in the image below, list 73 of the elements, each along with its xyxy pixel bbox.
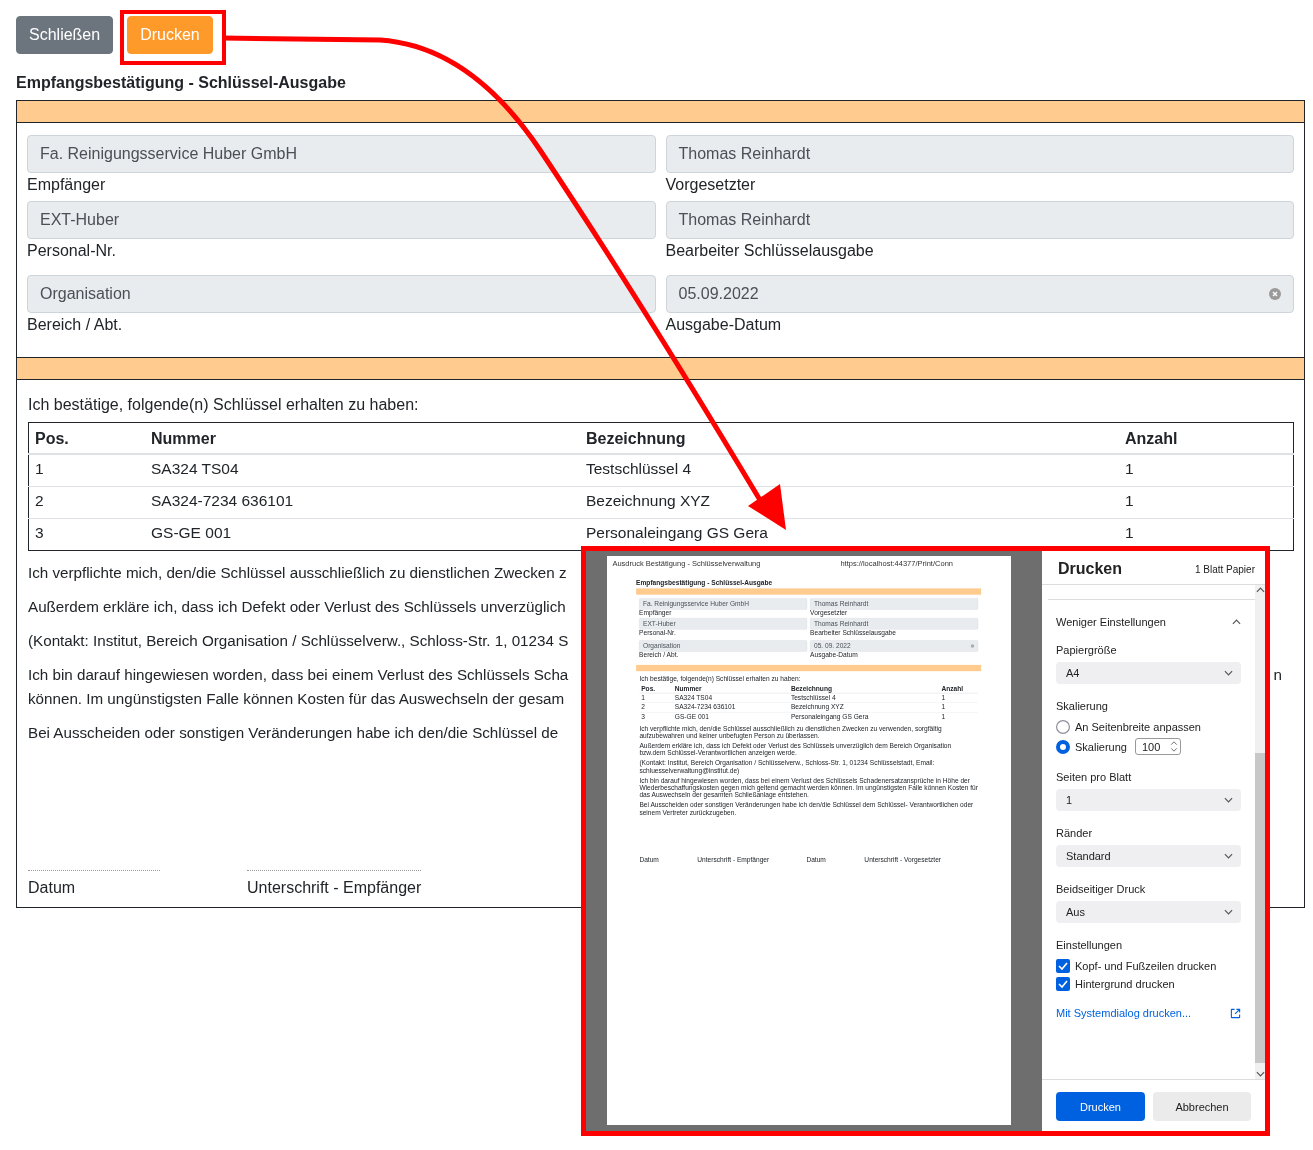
checkbox[interactable] (1056, 977, 1070, 991)
signature-label: Unterschrift - Empfänger (247, 870, 422, 897)
paragraph-line: (Kontakt: Institut, Bereich Organisation / Schlüsselverw., Schloss-Str. 1, 01234 S (28, 631, 569, 651)
option-label[interactable]: Kopf- und Fußzeilen drucken (1075, 960, 1217, 972)
field-label: Bereich / Abt. (27, 315, 124, 335)
paragraph-line: können. Im ungünstigsten Falle können Kosten für das Auswechseln der gesam (28, 689, 565, 709)
checkbox[interactable] (1056, 959, 1070, 973)
number-field[interactable]: 100 (1135, 738, 1182, 755)
dropdown[interactable]: Standard (1056, 845, 1241, 867)
intro-text: Ich bestätige, folgende(n) Schlüssel erhalten zu haben: (28, 395, 420, 415)
table-cell: 1 (1119, 486, 1294, 519)
spinner-icon[interactable] (1170, 740, 1179, 753)
clear-icon[interactable] (1269, 288, 1281, 300)
text-fragment: n (1273, 665, 1282, 685)
external-link-icon[interactable] (1230, 1007, 1241, 1019)
dropdown[interactable]: A4 (1056, 662, 1241, 684)
paragraph-line: Ich bin darauf hingewiesen worden, dass bei einem Verlust des Schlüssels Scha (28, 665, 569, 685)
setting-label: Beidseitiger Druck (1056, 883, 1147, 895)
table-cell: GS-GE 001 (145, 518, 580, 551)
table-cell: 3 (28, 518, 145, 551)
field-label: Vorgesetzter (665, 175, 757, 195)
close-button[interactable]: Schließen (16, 16, 114, 54)
table-cell: SA324 TS04 (145, 454, 580, 487)
sheet-count: 1 Blatt Papier (1194, 563, 1255, 575)
radio-button[interactable] (1056, 720, 1070, 734)
cancel-button[interactable]: Abbrechen (1153, 1092, 1251, 1121)
dialog-title: Drucken (1058, 560, 1123, 578)
field-label: Empfänger (27, 175, 107, 195)
paragraph-line: Außerdem erkläre ich, dass ich Defekt oder Verlust des Schlüssels unverzüglich (28, 597, 566, 617)
dropdown[interactable]: 1 (1056, 789, 1241, 811)
setting-label: Skalierung (1056, 700, 1109, 712)
paragraph-line: Bei Ausscheiden oder sonstigen Veränderungen habe ich den/die Schlüssel de (28, 723, 559, 743)
column-header: Anzahl (1119, 422, 1294, 454)
field-label: Personal-Nr. (27, 241, 117, 261)
table-cell: SA324-7234 636101 (145, 486, 580, 519)
form-title: Empfangsbestätigung - Schlüssel-Ausgabe (16, 73, 347, 93)
field-label: Bearbeiter Schlüsselausgabe (665, 241, 875, 261)
option-label[interactable]: An Seitenbreite anpassen (1075, 721, 1201, 733)
chevron-down-icon (1224, 853, 1233, 859)
field-label: Ausgabe-Datum (665, 315, 783, 335)
scrollbar[interactable] (1255, 585, 1265, 1079)
text-field[interactable]: Fa. Reinigungsservice Huber GmbH (27, 135, 656, 173)
setting-label: Seiten pro Blatt (1056, 771, 1133, 783)
table-cell: 1 (1119, 454, 1294, 487)
print-button[interactable]: Drucken (1056, 1092, 1145, 1121)
system-dialog-link[interactable]: Mit Systemdialog drucken... (1056, 1007, 1192, 1019)
setting-label: Ränder (1056, 827, 1094, 839)
text-field[interactable]: Organisation (27, 275, 656, 313)
column-header: Pos. (28, 422, 145, 454)
option-label[interactable]: Skalierung (1075, 740, 1127, 753)
column-header: Nummer (145, 422, 580, 454)
option-label[interactable]: Hintergrund drucken (1075, 978, 1175, 990)
table-cell: 2 (28, 486, 145, 519)
text-field[interactable]: 05.09.2022 (665, 275, 1294, 313)
paragraph-line: Ich verpflichte mich, den/die Schlüssel ausschließlich zu dienstlichen Zwecken z (28, 563, 567, 583)
text-field[interactable]: Thomas Reinhardt (665, 135, 1294, 173)
chevron-down-icon (1224, 797, 1233, 803)
signature-label: Datum (28, 870, 160, 897)
scroll-up-icon[interactable] (1255, 587, 1265, 593)
scroll-down-icon[interactable] (1255, 1071, 1265, 1077)
chevron-down-icon (1224, 670, 1233, 676)
text-field[interactable]: EXT-Huber (27, 201, 656, 239)
setting-label: Papiergröße (1056, 644, 1118, 656)
table-cell: 1 (28, 454, 145, 487)
chevron-up-icon[interactable] (1232, 619, 1241, 625)
text-field[interactable]: Thomas Reinhardt (665, 201, 1294, 239)
dropdown[interactable]: Aus (1056, 901, 1241, 923)
setting-label: Einstellungen (1056, 939, 1124, 951)
radio-button[interactable] (1056, 739, 1070, 754)
table-cell: Testschlüssel 4 (580, 454, 1119, 487)
column-header: Bezeichnung (580, 422, 1119, 454)
chevron-down-icon (1224, 909, 1233, 915)
section-toggle[interactable]: Weniger Einstellungen (1056, 616, 1166, 628)
